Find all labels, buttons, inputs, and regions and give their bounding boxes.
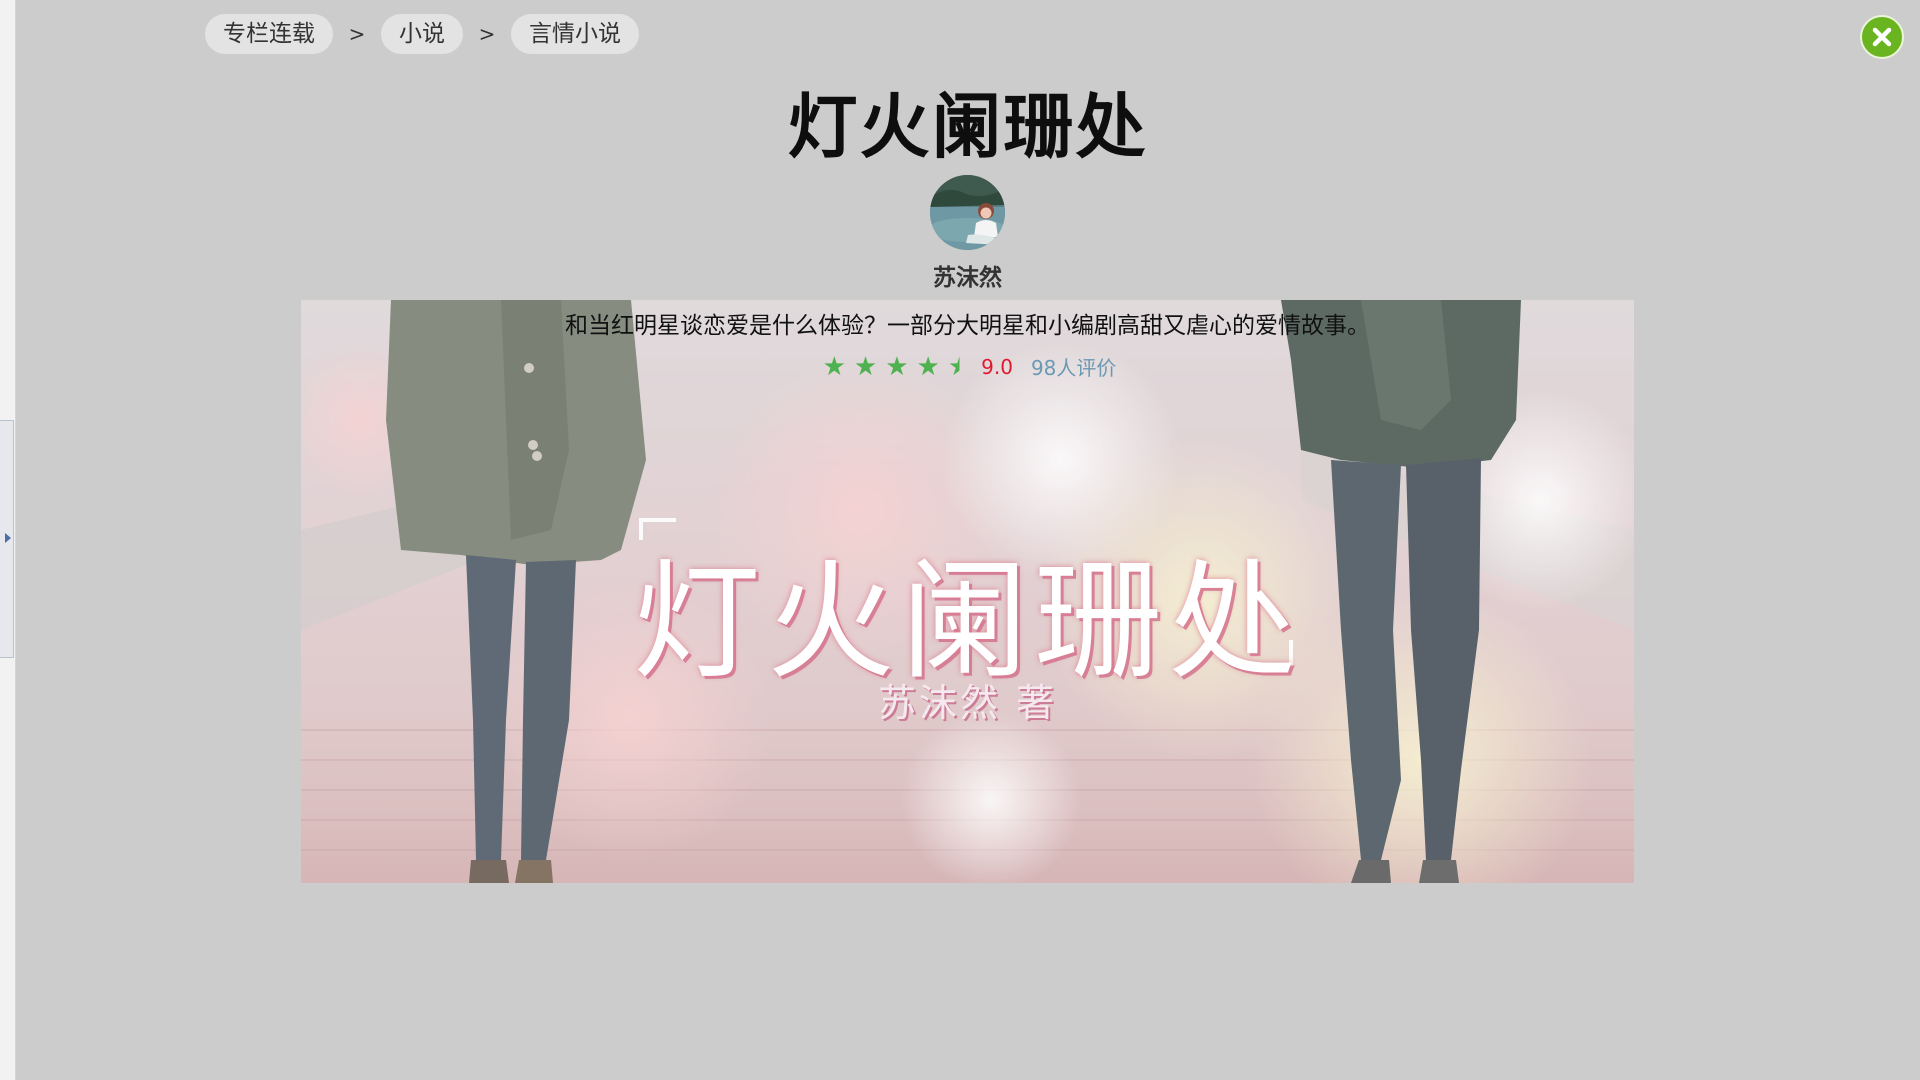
chevron-right-icon [5,533,11,543]
half-star-icon: ★ [947,351,972,382]
breadcrumb-item-column[interactable]: 专栏连载 [205,14,333,54]
star-icon: ★ [853,351,878,382]
close-icon [1872,27,1892,47]
cover-author-text: 苏沫然 著 [877,681,1058,725]
breadcrumb: 专栏连载 > 小说 > 言情小说 [205,14,639,54]
author-name[interactable]: 苏沫然 [0,258,1920,292]
breadcrumb-item-novel[interactable]: 小说 [381,14,463,54]
close-button[interactable] [1860,15,1904,59]
breadcrumb-separator: > [478,22,496,46]
author-avatar[interactable] [930,175,1005,250]
rating-score: 9.0 [981,354,1013,379]
side-panel-toggle[interactable] [0,420,14,658]
star-icon: ★ [916,351,940,382]
rating-bar: ★ ★ ★ ★ ★ 9.0 98人评价 [301,352,1634,381]
breadcrumb-separator: > [348,22,366,46]
breadcrumb-item-romance[interactable]: 言情小说 [511,14,639,54]
book-description: 和当红明星谈恋爱是什么体验？一部分大明星和小编剧高甜又虐心的爱情故事。 [565,313,1370,339]
review-count[interactable]: 98人评价 [1031,352,1116,381]
cover-banner: 和当红明星谈恋爱是什么体验？一部分大明星和小编剧高甜又虐心的爱情故事。 ★ ★ … [301,300,1634,883]
star-icon: ★ [822,351,846,382]
star-icon: ★ [885,351,909,382]
book-title: 灯火阑珊处 [787,86,1148,168]
